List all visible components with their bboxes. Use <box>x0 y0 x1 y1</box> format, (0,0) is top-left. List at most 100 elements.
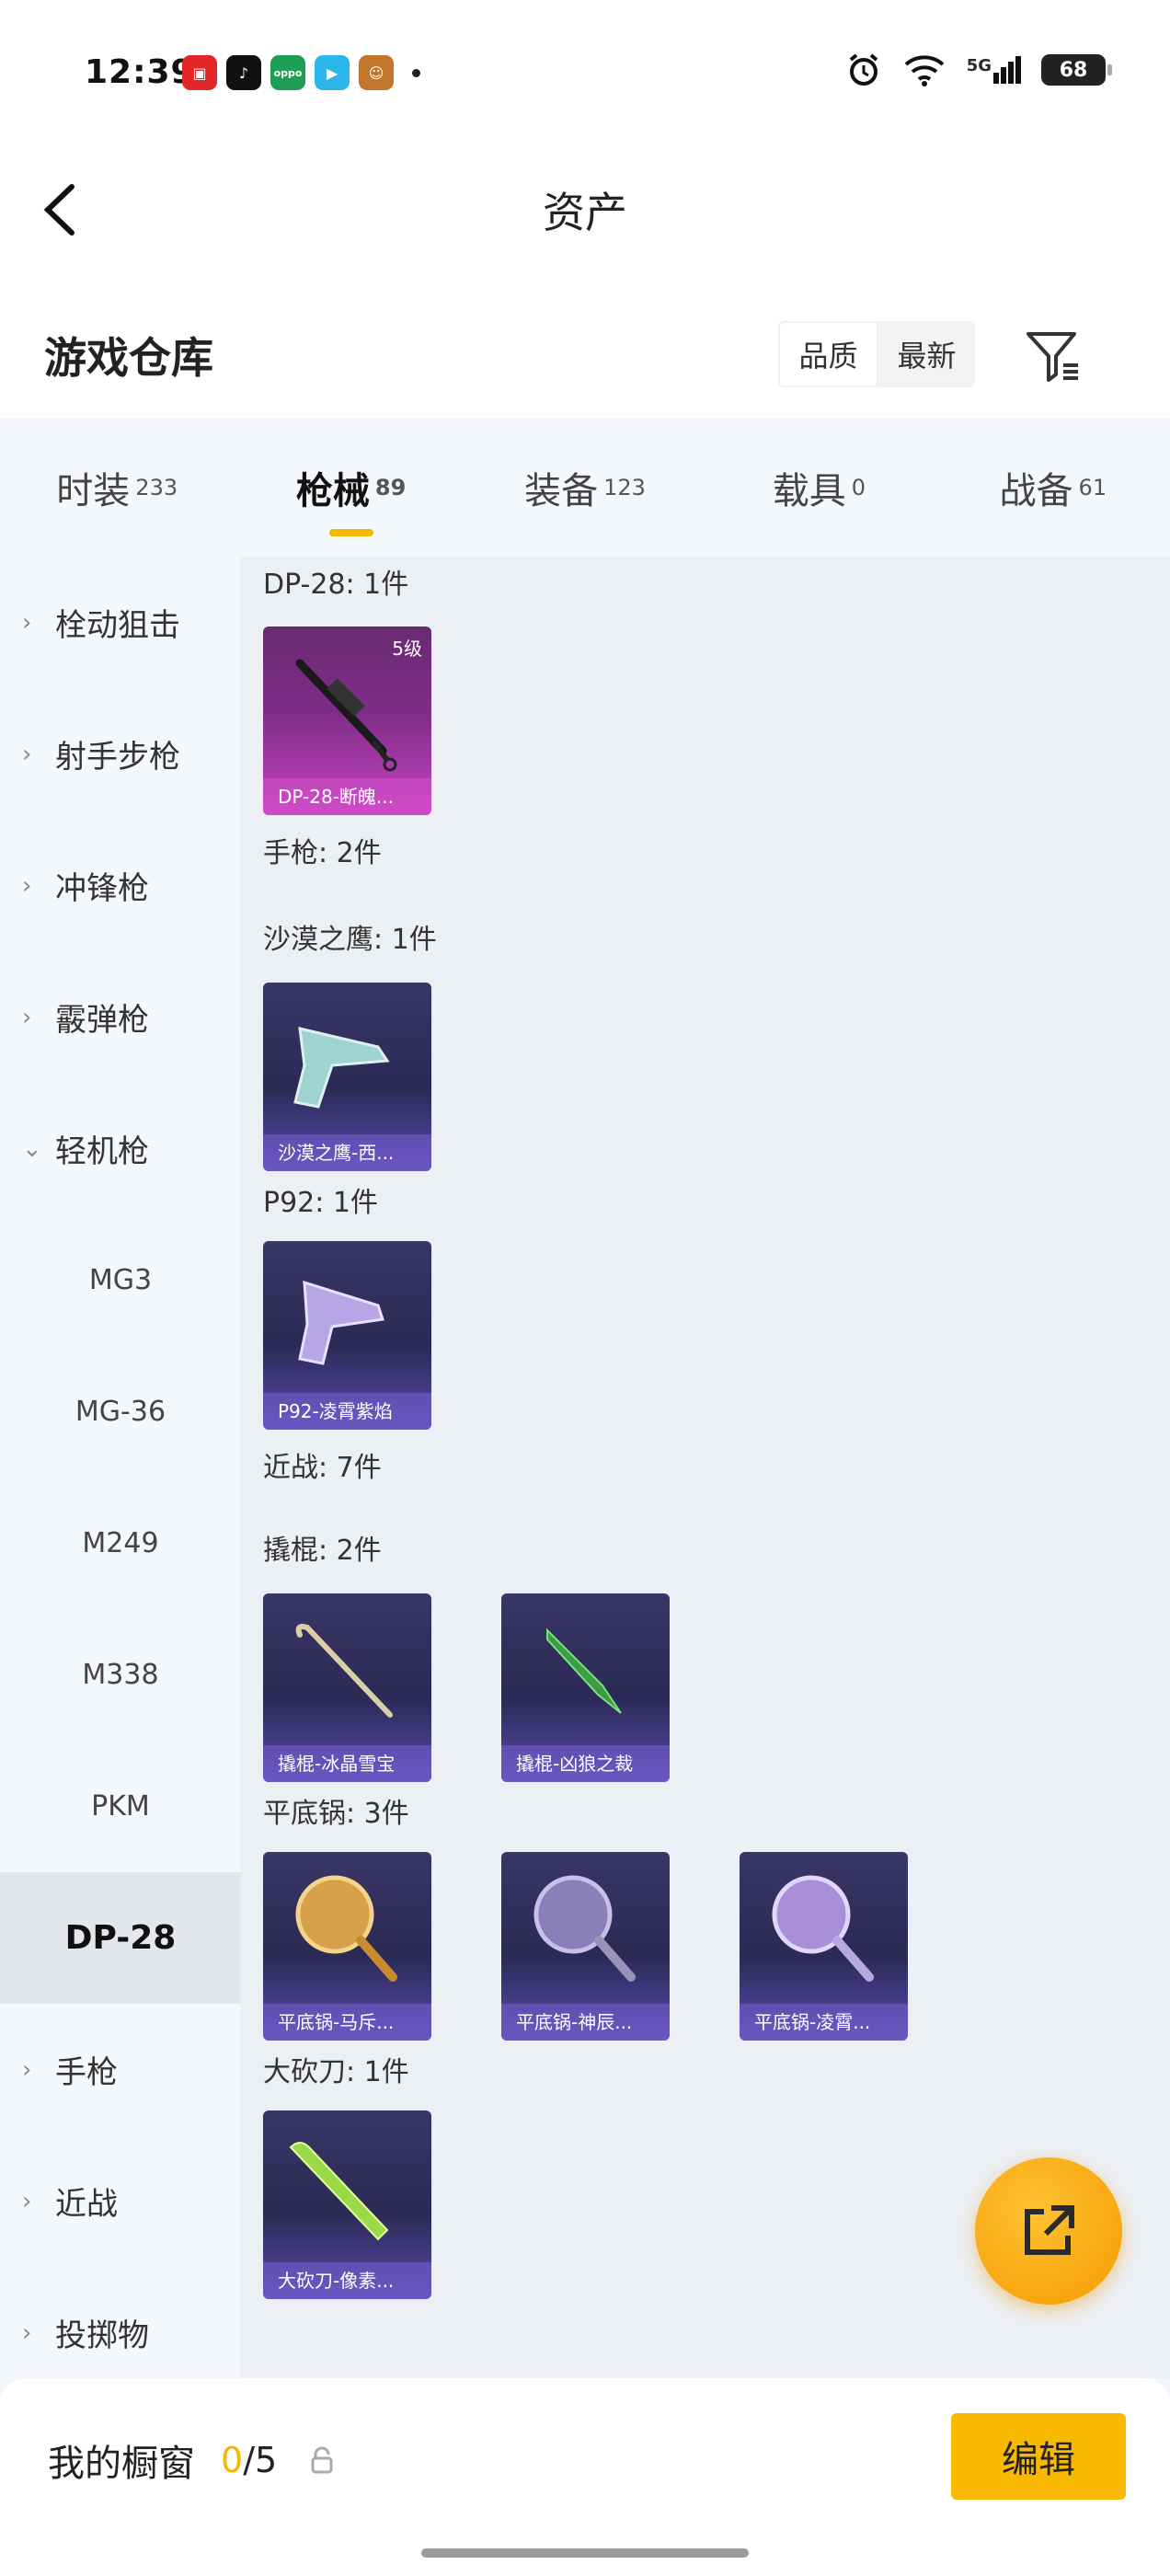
chevron-right-icon: › <box>22 2055 32 2084</box>
item-caption: 平底锅-马斥... <box>263 2004 431 2041</box>
video-app-icon: ▶ <box>315 55 350 90</box>
tab-firearms[interactable]: 枪械 89 <box>234 419 467 557</box>
tab-label: 时装 <box>56 470 131 512</box>
item-card-crowbar-2[interactable]: 撬棍-凶狼之裁 <box>501 1593 670 1782</box>
sidebar-subitem-m249[interactable]: M249 <box>0 1478 241 1609</box>
group-label-dp28: DP-28: 1件 <box>263 569 409 601</box>
crowbar-icon <box>295 1624 393 1718</box>
item-caption: 撬棍-冰晶雪宝 <box>263 1745 431 1782</box>
group-label-pistol: 手枪: 2件 <box>263 837 382 869</box>
sidebar-item-melee[interactable]: › 近战 <box>0 2135 241 2267</box>
showcase-used: 0 <box>221 2440 244 2480</box>
warehouse-header: 游戏仓库 品质 最新 <box>0 262 1170 419</box>
system-icons: 5G 68 <box>845 52 1112 88</box>
signal-icon: 5G <box>967 56 1021 84</box>
wifi-icon <box>904 55 945 86</box>
sidebar-item-smg[interactable]: › 冲锋枪 <box>0 820 241 951</box>
group-label-p92: P92: 1件 <box>263 1187 378 1219</box>
sidebar-item-bolt-sniper[interactable]: › 栓动狙击 <box>0 557 241 688</box>
group-label-pan: 平底锅: 3件 <box>263 1798 409 1830</box>
tiktok-icon: ♪ <box>226 55 261 90</box>
chevron-right-icon: › <box>22 871 32 900</box>
home-indicator[interactable] <box>421 2548 749 2558</box>
sidebar-subitem-pkm[interactable]: PKM <box>0 1741 241 1872</box>
category-tabs: 时装 233 枪械 89 装备 123 载具 0 战备 61 <box>0 419 1170 557</box>
filter-icon[interactable] <box>1021 323 1085 387</box>
item-card-crowbar-1[interactable]: 撬棍-冰晶雪宝 <box>263 1593 431 1782</box>
sidebar-item-label: 轻机枪 <box>55 1133 149 1170</box>
oppo-icon: oppo <box>270 55 305 90</box>
group-label-melee: 近战: 7件 <box>263 1452 382 1484</box>
sidebar-item-shotgun[interactable]: › 霰弹枪 <box>0 951 241 1083</box>
sidebar-subitem-m338[interactable]: M338 <box>0 1609 241 1741</box>
app-root: 12:39 ▣ ♪ oppo ▶ ☺ 5G 68 资产 游戏仓库 品质 最新 时… <box>0 0 1170 2576</box>
chevron-right-icon: › <box>22 2318 32 2347</box>
frying-pan-icon <box>533 1875 636 1982</box>
chevron-right-icon: › <box>22 2187 32 2215</box>
tab-count: 61 <box>1078 475 1107 500</box>
sidebar-subitem-mg36[interactable]: MG-36 <box>0 1346 241 1478</box>
tab-label: 载具 <box>772 470 846 512</box>
sidebar-item-label: 投掷物 <box>55 2317 149 2354</box>
sidebar-subitem-dp28[interactable]: DP-28 <box>0 1872 241 2004</box>
weapon-category-sidebar: › 栓动狙击 › 射手步枪 › 冲锋枪 › 霰弹枪 ⌄ 轻机枪 MG3 MG-36 M24… <box>0 557 241 2378</box>
item-caption: 大砍刀-像素... <box>263 2262 431 2299</box>
pistol-icon <box>298 1280 384 1365</box>
status-time: 12:39 <box>85 53 195 91</box>
tab-equipment[interactable]: 装备 123 <box>468 419 702 557</box>
tab-count: 89 <box>374 475 407 500</box>
network-type: 5G <box>966 56 992 75</box>
share-external-icon <box>1025 2205 1074 2255</box>
tab-supplies[interactable]: 战备 61 <box>936 419 1170 557</box>
showcase-count: 0/5 <box>221 2440 277 2480</box>
more-notifications-dot <box>412 68 420 77</box>
tab-fashion[interactable]: 时装 233 <box>0 419 234 557</box>
machete-icon <box>289 2142 389 2241</box>
sidebar-item-marksman-rifle[interactable]: › 射手步枪 <box>0 688 241 820</box>
sort-quality-button[interactable]: 品质 <box>778 321 878 387</box>
item-list: DP-28: 1件 5级 DP-28-断魄... 手枪: 2件 沙漠之鹰: 1件… <box>241 557 1170 2378</box>
pistol-icon <box>293 1027 390 1109</box>
bottom-bar: 我的橱窗 0/5 编辑 <box>0 2378 1170 2576</box>
app-icon-red: ▣ <box>182 55 217 90</box>
item-caption: P92-凌霄紫焰 <box>263 1393 431 1430</box>
share-fab-button[interactable] <box>975 2157 1122 2305</box>
tab-label: 枪械 <box>295 470 370 512</box>
nav-bar: 资产 <box>0 152 1170 262</box>
tab-count: 123 <box>603 475 646 500</box>
sidebar-item-label: 近战 <box>55 2186 118 2223</box>
sidebar-item-label: 冲锋枪 <box>55 870 149 907</box>
tab-count: 233 <box>135 475 178 500</box>
sort-latest-button[interactable]: 最新 <box>878 321 975 387</box>
group-label-machete: 大砍刀: 1件 <box>263 2056 409 2088</box>
frying-pan-icon <box>772 1875 874 1982</box>
edit-button[interactable]: 编辑 <box>951 2413 1126 2500</box>
group-label-crowbar: 撬棍: 2件 <box>263 1535 382 1567</box>
item-card-dp28[interactable]: 5级 DP-28-断魄... <box>263 627 431 815</box>
item-caption: 沙漠之鹰-西... <box>263 1134 431 1171</box>
notification-icons: ▣ ♪ oppo ▶ ☺ <box>182 53 420 92</box>
battery-icon: 68 <box>1041 54 1112 86</box>
sidebar-item-label: 手枪 <box>55 2054 118 2091</box>
alarm-icon <box>849 53 878 86</box>
item-level-badge: 5级 <box>392 638 422 660</box>
item-card-machete[interactable]: 大砍刀-像素... <box>263 2110 431 2299</box>
item-card-pan-2[interactable]: 平底锅-神辰... <box>501 1852 670 2041</box>
item-card-deagle[interactable]: 沙漠之鹰-西... <box>263 983 431 1171</box>
my-showcase: 我的橱窗 0/5 <box>48 2433 334 2487</box>
chevron-right-icon: › <box>22 608 32 637</box>
status-bar: 12:39 ▣ ♪ oppo ▶ ☺ 5G 68 <box>0 0 1170 152</box>
sidebar-item-pistol[interactable]: › 手枪 <box>0 2004 241 2135</box>
item-card-pan-3[interactable]: 平底锅-凌霄... <box>740 1852 908 2041</box>
item-card-pan-1[interactable]: 平底锅-马斥... <box>263 1852 431 2041</box>
chevron-right-icon: › <box>22 1003 32 1031</box>
sidebar-subitem-mg3[interactable]: MG3 <box>0 1214 241 1346</box>
sidebar-item-lmg[interactable]: ⌄ 轻机枪 <box>0 1083 241 1214</box>
tab-vehicles[interactable]: 载具 0 <box>702 419 935 557</box>
frying-pan-icon <box>295 1875 397 1982</box>
sort-toggle: 品质 最新 <box>778 321 975 387</box>
showcase-total: /5 <box>243 2440 278 2480</box>
page-title: 资产 <box>543 188 627 237</box>
item-card-p92[interactable]: P92-凌霄紫焰 <box>263 1241 431 1430</box>
sidebar-item-label: 栓动狙击 <box>55 607 180 644</box>
